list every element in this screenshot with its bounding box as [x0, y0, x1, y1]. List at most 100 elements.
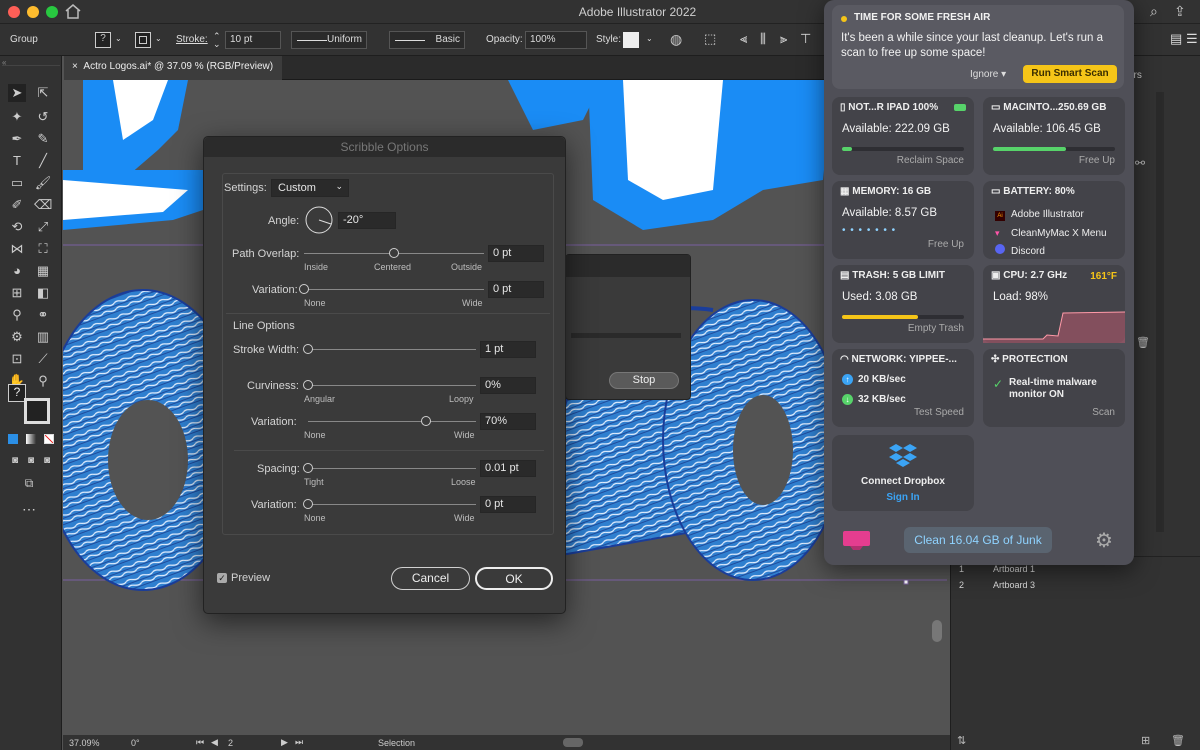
scan-button[interactable]: Scan	[1092, 407, 1115, 418]
chevron-down-icon[interactable]: ⌄	[155, 34, 162, 43]
table-row[interactable]: 2 Artboard 3	[951, 578, 1200, 594]
align-center-icon[interactable]: ⫼	[760, 31, 766, 47]
battery-card[interactable]: ▭ BATTERY: 80% Ai Adobe Illustrator ▾ Clea…	[983, 181, 1125, 259]
close-tab-icon[interactable]: ×	[72, 61, 78, 72]
cpu-card[interactable]: ▣ CPU: 2.7 GHz 161°F Load: 98%	[983, 265, 1125, 343]
angle-field[interactable]: -20°	[338, 212, 396, 229]
recolor-artwork-icon[interactable]: ◍	[670, 31, 682, 48]
chevron-down-icon[interactable]: ⌄	[646, 34, 653, 43]
align-top-icon[interactable]: ⊤	[800, 31, 811, 47]
path-overlap-field[interactable]: 0 pt	[488, 245, 544, 262]
trash-icon[interactable]: 🗑	[1136, 336, 1150, 349]
trash-card[interactable]: ▤ TRASH: 5 GB LIMIT Used: 3.08 GB Empty …	[832, 265, 974, 343]
scale-tool-icon[interactable]: ⤢	[34, 218, 52, 236]
symbol-sprayer-icon[interactable]: ⚙	[8, 328, 26, 346]
stroke-width-field[interactable]: 1 pt	[480, 341, 536, 358]
eyedropper-icon[interactable]: ⚲	[8, 306, 26, 324]
disk2-card[interactable]: ▭ MACINTO...250.69 GB Available: 106.45 …	[983, 97, 1125, 175]
color-mode-icon[interactable]	[8, 434, 18, 444]
network-card[interactable]: ◠ NETWORK: YIPPEE-... ↑ 20 KB/sec ↓ 32 KB/…	[832, 349, 974, 427]
curvature-tool-icon[interactable]: ✎	[34, 130, 52, 148]
gear-icon[interactable]: ⚙	[1095, 528, 1113, 553]
more-tools-icon[interactable]: ⋯	[20, 500, 38, 518]
rotate-tool-icon[interactable]: ⟲	[8, 218, 26, 236]
paintbrush-tool-icon[interactable]: 🖌	[34, 174, 52, 192]
next-artboard-icon[interactable]: ▶	[281, 737, 288, 748]
protection-card[interactable]: ✣ PROTECTION ✓ Real-time malware monitor…	[983, 349, 1125, 427]
cancel-button[interactable]: Cancel	[391, 567, 470, 590]
preview-checkbox[interactable]: ✓	[217, 573, 227, 583]
variation-field[interactable]: 0 pt	[488, 281, 544, 298]
vertical-scrollbar[interactable]	[932, 620, 942, 642]
zoom-level[interactable]: 37.09%	[69, 738, 100, 748]
empty-trash-button[interactable]: Empty Trash	[908, 323, 964, 334]
settings-select[interactable]: Custom ⌄	[271, 179, 349, 197]
sign-in-link[interactable]: Sign In	[832, 492, 974, 503]
graph-tool-icon[interactable]: ▥	[34, 328, 52, 346]
path-overlap-slider[interactable]	[389, 248, 399, 258]
blend-tool-icon[interactable]: ⚭	[34, 306, 52, 324]
direct-selection-tool-icon[interactable]: ⇱	[34, 84, 52, 102]
gradient-mode-icon[interactable]	[26, 434, 36, 444]
horizontal-scrollbar[interactable]	[563, 738, 583, 747]
shaper-tool-icon[interactable]: ✐	[8, 196, 26, 214]
first-artboard-icon[interactable]: ⏮	[196, 737, 204, 748]
artboard-number[interactable]: 2	[228, 738, 233, 748]
rotation-value[interactable]: 0°	[131, 738, 140, 748]
width-tool-icon[interactable]: ⋈	[8, 240, 26, 258]
draw-inside-icon[interactable]: ◙	[38, 452, 56, 470]
delete-artboard-icon[interactable]: 🗑	[1171, 734, 1185, 747]
memory-card[interactable]: ▦ MEMORY: 16 GB Available: 8.57 GB • • •…	[832, 181, 974, 259]
variable-width-profile[interactable]: Uniform	[291, 31, 367, 49]
lasso-icon[interactable]: ↺	[34, 108, 52, 126]
curviness-field[interactable]: 0%	[480, 377, 536, 394]
variation-slider[interactable]	[303, 499, 313, 509]
none-mode-icon[interactable]	[44, 434, 54, 444]
transform-icon[interactable]: ⬚	[704, 31, 716, 47]
stroke-width-slider[interactable]	[303, 344, 313, 354]
stroke-swatch[interactable]	[135, 32, 151, 48]
zoom-tool-icon[interactable]: ⚲	[34, 372, 52, 390]
search-icon[interactable]: ⌕	[1150, 3, 1158, 20]
angle-dial-icon[interactable]	[304, 205, 334, 235]
mesh-tool-icon[interactable]: ⊞	[8, 284, 26, 302]
ok-button[interactable]: OK	[475, 567, 553, 590]
arrange-icon[interactable]: ⇅	[957, 734, 966, 747]
perspective-grid-icon[interactable]: ▦	[34, 262, 52, 280]
spacing-slider[interactable]	[303, 463, 313, 473]
stroke-label[interactable]: Stroke:	[176, 34, 208, 45]
test-speed-button[interactable]: Test Speed	[914, 407, 964, 418]
free-transform-icon[interactable]: ⛶	[34, 240, 52, 258]
style-swatch[interactable]	[623, 32, 639, 48]
document-tab[interactable]: × Actro Logos.ai* @ 37.09 % (RGB/Preview…	[64, 56, 282, 80]
artboard-tool-icon[interactable]: ⊡	[8, 350, 26, 368]
gradient-tool-icon[interactable]: ◧	[34, 284, 52, 302]
stop-button[interactable]: Stop	[609, 372, 679, 389]
share-icon[interactable]: ⇪	[1174, 3, 1186, 20]
previous-artboard-icon[interactable]: ◀	[211, 737, 218, 748]
menu-icon[interactable]: ☰	[1186, 31, 1198, 47]
eraser-tool-icon[interactable]: ⌫	[34, 196, 52, 214]
line-tool-icon[interactable]: ╱	[34, 152, 52, 170]
stroke-color-icon[interactable]	[24, 398, 50, 424]
stroke-stepper-icon[interactable]: ⌃ ⌄	[213, 32, 221, 49]
free-up-memory-button[interactable]: Free Up	[928, 239, 964, 250]
variation-slider[interactable]	[420, 416, 431, 426]
free-up-button[interactable]: Free Up	[1079, 155, 1115, 166]
run-smart-scan-button[interactable]: Run Smart Scan	[1023, 65, 1117, 83]
variation-field[interactable]: 70%	[480, 413, 536, 430]
disk1-card[interactable]: ▯ NOT...R IPAD 100% Available: 222.09 GB…	[832, 97, 974, 175]
link-icon[interactable]: ⚯	[1135, 156, 1145, 170]
align-left-icon[interactable]: ⫷	[740, 31, 747, 47]
brush-definition[interactable]: Basic	[389, 31, 465, 49]
cleanmymac-logo-icon[interactable]	[842, 528, 872, 552]
reclaim-space-button[interactable]: Reclaim Space	[897, 155, 964, 166]
opacity-field[interactable]: 100%	[525, 31, 587, 49]
opacity-label[interactable]: Opacity:	[486, 34, 523, 45]
ignore-button[interactable]: Ignore ▾	[970, 69, 1006, 80]
stroke-weight-field[interactable]: 10 pt	[225, 31, 281, 49]
chevron-down-icon[interactable]: ⌄	[115, 34, 122, 43]
panel-collapse[interactable]: «	[2, 58, 60, 67]
rectangle-tool-icon[interactable]: ▭	[8, 174, 26, 192]
spacing-field[interactable]: 0.01 pt	[480, 460, 536, 477]
